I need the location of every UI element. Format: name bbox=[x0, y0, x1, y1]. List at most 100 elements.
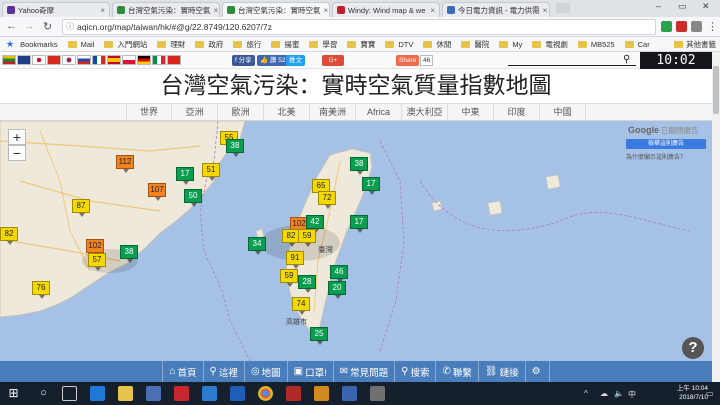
extension-icon[interactable] bbox=[661, 21, 672, 32]
share-button[interactable]: Share bbox=[396, 55, 420, 66]
aqi-marker[interactable]: 51 bbox=[202, 163, 220, 181]
aqi-marker[interactable]: 76 bbox=[32, 281, 50, 299]
windows-start-icon[interactable]: ⊞ bbox=[6, 386, 21, 401]
aqi-marker[interactable]: 17 bbox=[362, 177, 380, 195]
tray-chevron-icon[interactable]: ^ bbox=[584, 389, 588, 398]
extension-icon[interactable] bbox=[691, 21, 702, 32]
nav-links[interactable]: ⛓ 鏈接 bbox=[477, 361, 525, 382]
region-tab[interactable]: 中東 bbox=[448, 104, 494, 120]
nav-contact[interactable]: ✆ 聯繫 bbox=[435, 361, 477, 382]
app-icon[interactable] bbox=[314, 386, 329, 401]
maximize-icon[interactable]: ▭ bbox=[678, 1, 687, 12]
bookmark-item[interactable]: 旅行 bbox=[233, 39, 261, 50]
zoom-out-button[interactable]: − bbox=[8, 145, 26, 161]
reload-icon[interactable]: ↻ bbox=[43, 20, 52, 33]
aqi-marker[interactable]: 38 bbox=[226, 139, 244, 157]
aqi-marker[interactable]: 59 bbox=[298, 229, 316, 247]
app-icon[interactable] bbox=[342, 386, 357, 401]
aqi-marker[interactable]: 91 bbox=[286, 251, 304, 269]
bookmark-item[interactable]: 休閒 bbox=[423, 39, 451, 50]
close-tab-icon[interactable]: × bbox=[97, 6, 105, 15]
minimize-icon[interactable]: – bbox=[656, 1, 661, 11]
bookmark-item[interactable]: Mail bbox=[67, 40, 94, 49]
region-tab[interactable]: 北美 bbox=[264, 104, 310, 120]
like-button[interactable]: 👍 讚 52 bbox=[257, 55, 289, 66]
aqi-marker[interactable]: 74 bbox=[292, 297, 310, 315]
aqi-marker[interactable]: 17 bbox=[350, 215, 368, 233]
aqi-marker[interactable]: 17 bbox=[176, 167, 194, 185]
scroll-thumb[interactable] bbox=[713, 66, 719, 114]
flag-icon[interactable] bbox=[32, 55, 46, 65]
ad-why-link[interactable]: 為什麼顯示這則廣告？ bbox=[626, 152, 686, 161]
dropbox-icon[interactable] bbox=[230, 386, 245, 401]
app-icon[interactable] bbox=[202, 386, 217, 401]
flag-icon[interactable] bbox=[122, 55, 136, 65]
bookmark-item[interactable]: 政府 bbox=[195, 39, 223, 50]
nav-mask[interactable]: ▣ 口罩! bbox=[286, 361, 333, 382]
back-icon[interactable]: ← bbox=[6, 20, 17, 32]
flag-icon[interactable] bbox=[107, 55, 121, 65]
nav-map[interactable]: ◎ 地圖 bbox=[243, 361, 287, 382]
aqi-marker[interactable]: 25 bbox=[310, 327, 328, 345]
search-icon[interactable]: ○ bbox=[36, 386, 51, 401]
region-tab[interactable]: 澳大利亞 bbox=[402, 104, 448, 120]
bookmark-item[interactable]: My bbox=[499, 40, 522, 49]
tab-aqi-1[interactable]: 台灣空氣污染：實時空氣 × bbox=[112, 2, 220, 17]
aqi-marker[interactable]: 50 bbox=[184, 189, 202, 207]
flag-icon[interactable] bbox=[152, 55, 166, 65]
flag-icon[interactable] bbox=[62, 55, 76, 65]
tab-windy[interactable]: Windy: Wind map & we × bbox=[332, 2, 440, 17]
bookmark-item[interactable]: MB525 bbox=[577, 40, 615, 49]
nav-home[interactable]: ⌂ 首頁 bbox=[162, 361, 202, 382]
menu-icon[interactable]: ⋮ bbox=[707, 20, 718, 33]
nav-here[interactable]: ⚲ 這裡 bbox=[202, 361, 244, 382]
app-icon[interactable] bbox=[286, 386, 301, 401]
flag-icon[interactable] bbox=[17, 55, 31, 65]
flag-icon[interactable] bbox=[47, 55, 61, 65]
bookmark-item[interactable]: 寶寶 bbox=[347, 39, 375, 50]
flag-icon[interactable] bbox=[77, 55, 91, 65]
page-scrollbar[interactable] bbox=[712, 52, 720, 382]
facebook-share-button[interactable]: f 分享 bbox=[232, 55, 255, 66]
close-tab-icon[interactable]: × bbox=[321, 6, 329, 15]
bookmark-item[interactable]: Car bbox=[624, 40, 650, 49]
aqi-marker[interactable]: 38 bbox=[350, 157, 368, 175]
site-search-input[interactable] bbox=[508, 56, 636, 66]
other-bookmarks[interactable]: 其他書籤 bbox=[674, 39, 716, 50]
tab-aqi-active[interactable]: 台灣空氣污染：實時空氣 × bbox=[222, 2, 330, 17]
bookmark-item[interactable]: 醫院 bbox=[461, 39, 489, 50]
aqi-marker[interactable]: 20 bbox=[328, 281, 346, 299]
edge-icon[interactable] bbox=[90, 386, 105, 401]
close-tab-icon[interactable]: × bbox=[540, 6, 548, 15]
flag-icon[interactable] bbox=[2, 55, 16, 65]
aqi-map[interactable]: + − 臺灣 高雄市 55 38 112 51 17 107 50 87 82 … bbox=[0, 121, 712, 361]
url-input[interactable]: ⓘ aqicn.org/map/taiwan/hk/#@g/22.8749/12… bbox=[62, 19, 656, 35]
flag-icon[interactable] bbox=[167, 55, 181, 65]
aqi-marker[interactable]: 59 bbox=[280, 269, 298, 287]
tab-power[interactable]: 今日電力資訊 - 電力供需 × bbox=[442, 2, 550, 17]
tweet-button[interactable]: 推文 bbox=[286, 55, 305, 66]
close-window-icon[interactable]: ✕ bbox=[702, 1, 710, 12]
nav-search[interactable]: ⚲ 搜索 bbox=[394, 361, 435, 382]
bookmark-item[interactable]: 理財 bbox=[157, 39, 185, 50]
aqi-marker[interactable]: 87 bbox=[72, 199, 90, 217]
region-tab[interactable]: 中國 bbox=[540, 104, 586, 120]
bookmark-item[interactable]: 揚蜜 bbox=[271, 39, 299, 50]
nav-faq[interactable]: ✉ 常見問題 bbox=[332, 361, 394, 382]
region-tab[interactable]: 印度 bbox=[494, 104, 540, 120]
aqi-marker[interactable]: 82 bbox=[0, 227, 18, 245]
aqi-marker[interactable]: 102 bbox=[86, 239, 104, 257]
task-view-icon[interactable] bbox=[62, 386, 77, 401]
help-button[interactable]: ? bbox=[682, 337, 704, 359]
region-tab[interactable]: Africa bbox=[356, 104, 402, 120]
store-icon[interactable] bbox=[146, 386, 161, 401]
region-tab[interactable]: 世界 bbox=[126, 104, 172, 120]
aqi-marker[interactable]: 28 bbox=[298, 275, 316, 293]
zoom-in-button[interactable]: + bbox=[8, 129, 26, 145]
report-ad-button[interactable]: 檢舉這則廣告 bbox=[626, 139, 706, 149]
app-icon[interactable] bbox=[370, 386, 385, 401]
aqi-marker[interactable]: 107 bbox=[148, 183, 166, 201]
aqi-marker[interactable]: 57 bbox=[88, 253, 106, 271]
region-tab[interactable]: 亞洲 bbox=[172, 104, 218, 120]
aqi-marker[interactable]: 42 bbox=[306, 215, 324, 233]
